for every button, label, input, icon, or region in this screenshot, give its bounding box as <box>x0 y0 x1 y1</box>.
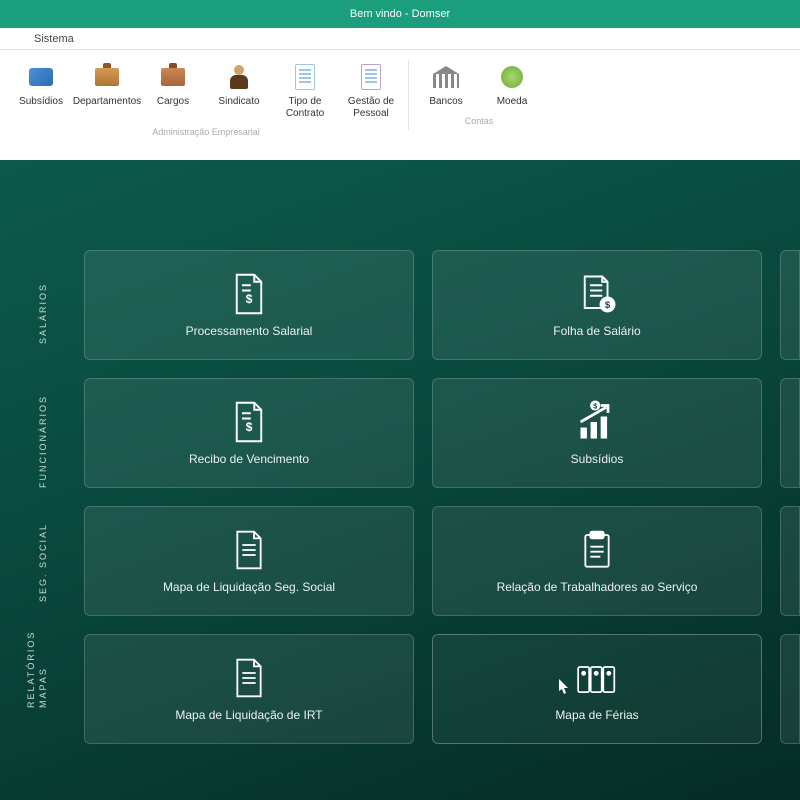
receipt-icon: $ <box>227 400 271 444</box>
svg-text:$: $ <box>246 292 253 306</box>
side-label-mapas: MAPAS <box>38 667 48 708</box>
menu-item-sistema[interactable]: Sistema <box>24 33 84 45</box>
ribbon-group-contas: Bancos Moeda Contas <box>413 60 545 126</box>
ribbon-group-label: Contas <box>413 116 545 126</box>
side-label-salarios: SALÁRIOS <box>38 283 48 344</box>
tile-partial[interactable] <box>780 506 800 616</box>
document-icon <box>290 62 320 92</box>
ribbon-group-label: Administração Empresarial <box>8 127 404 137</box>
bank-icon <box>431 62 461 92</box>
welcome-dashboard: SALÁRIOS FUNCIONÁRIOS SEG. SOCIAL MAPAS … <box>0 160 800 800</box>
ribbon-divider <box>408 60 409 130</box>
ribbon-group-admin: Subsídios Departamentos Cargos Sindicato… <box>8 60 404 137</box>
side-label-relatorios: RELATÓRIOS <box>26 631 36 708</box>
tile-label: Recibo de Vencimento <box>189 452 309 466</box>
tile-row: Mapa de Liquidação Seg. Social Relação d… <box>84 506 800 616</box>
folders-icon <box>575 656 619 700</box>
invoice-dollar-icon: $ <box>227 272 271 316</box>
ribbon-toolbar: Subsídios Departamentos Cargos Sindicato… <box>0 50 800 160</box>
tag-icon <box>26 62 56 92</box>
svg-text:$: $ <box>246 420 253 434</box>
chart-growth-icon: $ <box>575 400 619 444</box>
tile-mapa-irt[interactable]: Mapa de Liquidação de IRT <box>84 634 414 744</box>
ribbon-label: Departamentos <box>73 96 141 108</box>
clipboard-icon <box>575 528 619 572</box>
ribbon-cargos[interactable]: Cargos <box>140 60 206 121</box>
tile-row: Mapa de Liquidação de IRT Mapa de Férias <box>84 634 800 744</box>
side-label-funcionarios: FUNCIONÁRIOS <box>38 395 48 488</box>
payroll-icon: $ <box>575 272 619 316</box>
tile-mapa-ferias[interactable]: Mapa de Férias <box>432 634 762 744</box>
menubar: Sistema <box>0 28 800 50</box>
tile-label: Folha de Salário <box>553 324 640 338</box>
ribbon-label: Subsídios <box>19 96 63 108</box>
tile-label: Processamento Salarial <box>186 324 313 338</box>
tile-label: Mapa de Férias <box>555 708 638 722</box>
window-title: Bem vindo - Domser <box>350 8 450 20</box>
tile-row: $ Recibo de Vencimento $ Subsídios <box>84 378 800 488</box>
side-label-seg-social: SEG. SOCIAL <box>38 523 48 602</box>
ribbon-bancos[interactable]: Bancos <box>413 60 479 110</box>
ribbon-tipo-contrato[interactable]: Tipo de Contrato <box>272 60 338 121</box>
tile-label: Relação de Trabalhadores ao Serviço <box>497 580 698 594</box>
tile-mapa-seg-social[interactable]: Mapa de Liquidação Seg. Social <box>84 506 414 616</box>
briefcase-icon <box>158 62 188 92</box>
svg-text:$: $ <box>605 300 611 311</box>
ribbon-label: Cargos <box>157 96 189 108</box>
tile-partial[interactable] <box>780 634 800 744</box>
ribbon-label: Moeda <box>497 96 528 108</box>
ribbon-label: Bancos <box>429 96 462 108</box>
ribbon-subsidios[interactable]: Subsídios <box>8 60 74 121</box>
side-category-labels: SALÁRIOS FUNCIONÁRIOS SEG. SOCIAL MAPAS … <box>38 250 78 800</box>
tile-subsidios[interactable]: $ Subsídios <box>432 378 762 488</box>
ribbon-label: Sindicato <box>218 96 259 108</box>
ribbon-label: Tipo de Contrato <box>274 96 336 119</box>
tile-label: Subsídios <box>571 452 624 466</box>
window-titlebar: Bem vindo - Domser <box>0 0 800 28</box>
document-icon <box>356 62 386 92</box>
tile-row: $ Processamento Salarial $ Folha de Salá… <box>84 250 800 360</box>
tile-folha-salario[interactable]: $ Folha de Salário <box>432 250 762 360</box>
briefcase-icon <box>92 62 122 92</box>
ribbon-moeda[interactable]: Moeda <box>479 60 545 110</box>
tile-partial[interactable] <box>780 378 800 488</box>
tile-relacao-trabalhadores[interactable]: Relação de Trabalhadores ao Serviço <box>432 506 762 616</box>
ribbon-label: Gestão de Pessoal <box>340 96 402 119</box>
document-icon <box>227 528 271 572</box>
ribbon-departamentos[interactable]: Departamentos <box>74 60 140 121</box>
svg-text:$: $ <box>593 402 597 411</box>
tile-label: Mapa de Liquidação Seg. Social <box>163 580 335 594</box>
document-icon <box>227 656 271 700</box>
cursor-pointer-icon <box>553 677 573 706</box>
tile-partial[interactable] <box>780 250 800 360</box>
coin-icon <box>497 62 527 92</box>
tile-processamento-salarial[interactable]: $ Processamento Salarial <box>84 250 414 360</box>
ribbon-sindicato[interactable]: Sindicato <box>206 60 272 121</box>
ribbon-gestao-pessoal[interactable]: Gestão de Pessoal <box>338 60 404 121</box>
person-icon <box>224 62 254 92</box>
tile-label: Mapa de Liquidação de IRT <box>175 708 322 722</box>
tile-recibo-vencimento[interactable]: $ Recibo de Vencimento <box>84 378 414 488</box>
